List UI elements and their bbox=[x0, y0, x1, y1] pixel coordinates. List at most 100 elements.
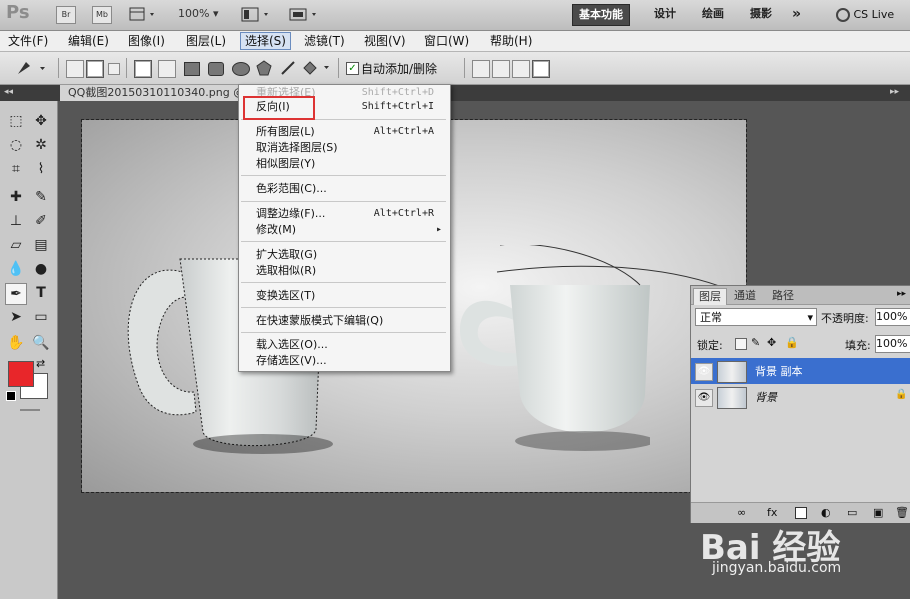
quick-mask-button[interactable] bbox=[20, 409, 40, 411]
menu-item-quick-mask[interactable]: 在快速蒙版模式下编辑(Q) bbox=[256, 313, 446, 329]
menu-item-load-selection[interactable]: 载入选区(O)... bbox=[256, 337, 446, 353]
rounded-rectangle-shape-button[interactable] bbox=[208, 62, 224, 76]
menu-item-similar[interactable]: 选取相似(R) bbox=[256, 263, 446, 279]
type-tool-icon[interactable]: T bbox=[31, 283, 51, 303]
visibility-eye-icon[interactable]: 👁 bbox=[695, 389, 713, 407]
cs-live-icon bbox=[836, 8, 850, 22]
healing-brush-tool-icon[interactable]: ✚ bbox=[6, 187, 26, 207]
foreground-color-swatch[interactable] bbox=[8, 361, 34, 387]
eraser-tool-icon[interactable]: ▱ bbox=[6, 235, 26, 255]
tab-layers[interactable]: 图层 bbox=[693, 288, 727, 305]
zoom-tool-icon[interactable]: 🔍 bbox=[31, 333, 51, 353]
ellipse-shape-button[interactable] bbox=[232, 62, 250, 76]
rectangle-shape-button[interactable] bbox=[184, 62, 200, 76]
new-layer-icon[interactable]: ▣ bbox=[873, 506, 883, 519]
quick-selection-tool-icon[interactable]: ✲ bbox=[31, 135, 51, 155]
menu-layer[interactable]: 图层(L) bbox=[182, 33, 230, 49]
custom-shape-button[interactable] bbox=[302, 60, 332, 79]
path-selection-tool-icon[interactable]: ➤ bbox=[6, 307, 26, 327]
history-brush-tool-icon[interactable]: ✐ bbox=[31, 211, 51, 231]
menu-edit[interactable]: 编辑(E) bbox=[64, 33, 113, 49]
paths-button[interactable] bbox=[86, 60, 104, 78]
dodge-tool-icon[interactable]: ● bbox=[31, 259, 51, 279]
layer-style-icon[interactable]: fx bbox=[767, 506, 777, 519]
freeform-pen-button[interactable] bbox=[158, 60, 176, 78]
menu-view[interactable]: 视图(V) bbox=[360, 33, 410, 49]
clone-stamp-tool-icon[interactable]: ⊥ bbox=[6, 211, 26, 231]
minibridge-button[interactable]: Mb bbox=[92, 6, 112, 24]
swap-colors-icon[interactable]: ⇄ bbox=[36, 357, 45, 370]
shape-layers-button[interactable] bbox=[66, 60, 84, 78]
combine-path-button[interactable] bbox=[472, 60, 490, 78]
tab-channels[interactable]: 通道 bbox=[729, 288, 761, 304]
workspace-photography-button[interactable]: 摄影 bbox=[744, 4, 778, 24]
hand-tool-icon[interactable]: ✋ bbox=[6, 333, 26, 353]
brush-tool-icon[interactable]: ✎ bbox=[31, 187, 51, 207]
expand-panels-icon[interactable]: ▸▸ bbox=[890, 87, 899, 97]
menu-help[interactable]: 帮助(H) bbox=[486, 33, 536, 49]
bridge-button[interactable]: Br bbox=[56, 6, 76, 24]
adjustment-layer-icon[interactable]: ◐ bbox=[821, 506, 831, 519]
menu-item-refine-edge[interactable]: 调整边缘(F)... Alt+Ctrl+R bbox=[256, 206, 446, 222]
layer-row[interactable]: 👁 背景 🔒 bbox=[691, 384, 910, 410]
polygon-shape-button[interactable] bbox=[256, 60, 272, 79]
workspace-painting-button[interactable]: 绘画 bbox=[696, 4, 730, 24]
pen-tool-icon[interactable]: ✒ bbox=[5, 283, 27, 305]
workspace-design-button[interactable]: 设计 bbox=[648, 4, 682, 24]
opacity-input[interactable]: 100% bbox=[875, 308, 910, 326]
eyedropper-tool-icon[interactable]: ⌇ bbox=[31, 159, 51, 179]
zoom-level-dropdown[interactable]: 100% ▾ bbox=[178, 7, 218, 20]
menu-item-transform-selection[interactable]: 变换选区(T) bbox=[256, 288, 446, 304]
fill-input[interactable]: 100% bbox=[875, 335, 910, 353]
link-layers-icon[interactable]: ∞ bbox=[737, 506, 746, 519]
subtract-path-button[interactable] bbox=[492, 60, 510, 78]
blur-tool-icon[interactable]: 💧 bbox=[6, 259, 26, 279]
crop-tool-icon[interactable]: ⌗ bbox=[6, 159, 26, 179]
arrange-documents-dropdown[interactable] bbox=[240, 6, 274, 24]
menu-item-save-selection[interactable]: 存储选区(V)... bbox=[256, 353, 446, 369]
more-workspaces-button[interactable]: » bbox=[786, 4, 807, 24]
blend-mode-select[interactable]: 正常 ▾ bbox=[695, 308, 817, 326]
lock-all-icon[interactable]: 🔒 bbox=[785, 336, 799, 349]
rectangle-tool-icon[interactable]: ▭ bbox=[31, 307, 51, 327]
screen-mode-dropdown[interactable] bbox=[288, 6, 322, 24]
menu-item-deselect-layers[interactable]: 取消选择图层(S) bbox=[256, 140, 446, 156]
collapse-toolbox-icon[interactable]: ◂◂ bbox=[4, 87, 13, 97]
lock-transparent-icon[interactable] bbox=[735, 338, 747, 350]
menu-item-all-layers[interactable]: 所有图层(L) Alt+Ctrl+A bbox=[256, 124, 446, 140]
line-shape-button[interactable] bbox=[280, 60, 296, 79]
auto-add-delete-checkbox[interactable]: ✓ bbox=[346, 62, 359, 75]
fill-pixels-button[interactable] bbox=[108, 63, 120, 75]
lock-pixels-icon[interactable]: ✎ bbox=[751, 336, 760, 349]
new-group-icon[interactable]: ▭ bbox=[847, 506, 857, 519]
lock-position-icon[interactable]: ✥ bbox=[767, 336, 776, 349]
delete-layer-icon[interactable]: 🗑 bbox=[895, 506, 909, 519]
cs-live-button[interactable]: CS Live bbox=[836, 6, 906, 24]
tab-paths[interactable]: 路径 bbox=[767, 288, 799, 304]
menu-image[interactable]: 图像(I) bbox=[124, 33, 169, 49]
menu-item-modify[interactable]: 修改(M) ▸ bbox=[256, 222, 446, 238]
view-extras-dropdown[interactable] bbox=[128, 6, 158, 24]
menu-filter[interactable]: 滤镜(T) bbox=[300, 33, 349, 49]
menu-item-grow[interactable]: 扩大选取(G) bbox=[256, 247, 446, 263]
layer-row[interactable]: 👁 背景 副本 bbox=[691, 358, 910, 384]
exclude-path-button[interactable] bbox=[532, 60, 550, 78]
menu-file[interactable]: 文件(F) bbox=[4, 33, 52, 49]
marquee-tool-icon[interactable]: ⬚ bbox=[6, 111, 26, 131]
workspace-essentials-button[interactable]: 基本功能 bbox=[572, 4, 630, 26]
default-colors-icon[interactable] bbox=[6, 391, 16, 401]
gradient-tool-icon[interactable]: ▤ bbox=[31, 235, 51, 255]
panel-menu-icon[interactable]: ▸▸ bbox=[897, 289, 906, 299]
add-mask-icon[interactable] bbox=[795, 507, 807, 519]
tool-preset-picker[interactable] bbox=[14, 58, 50, 78]
pen-tool-button[interactable] bbox=[134, 60, 152, 78]
intersect-path-button[interactable] bbox=[512, 60, 530, 78]
menu-select[interactable]: 选择(S) bbox=[240, 32, 291, 50]
menu-window[interactable]: 窗口(W) bbox=[420, 33, 473, 49]
document-tab[interactable]: QQ截图20150310110340.png @ bbox=[60, 85, 258, 101]
menu-item-color-range[interactable]: 色彩范围(C)... bbox=[256, 181, 446, 197]
move-tool-icon[interactable]: ✥ bbox=[31, 111, 51, 131]
menu-item-similar-layers[interactable]: 相似图层(Y) bbox=[256, 156, 446, 172]
lasso-tool-icon[interactable]: ◌ bbox=[6, 135, 26, 155]
visibility-eye-icon[interactable]: 👁 bbox=[695, 363, 713, 381]
